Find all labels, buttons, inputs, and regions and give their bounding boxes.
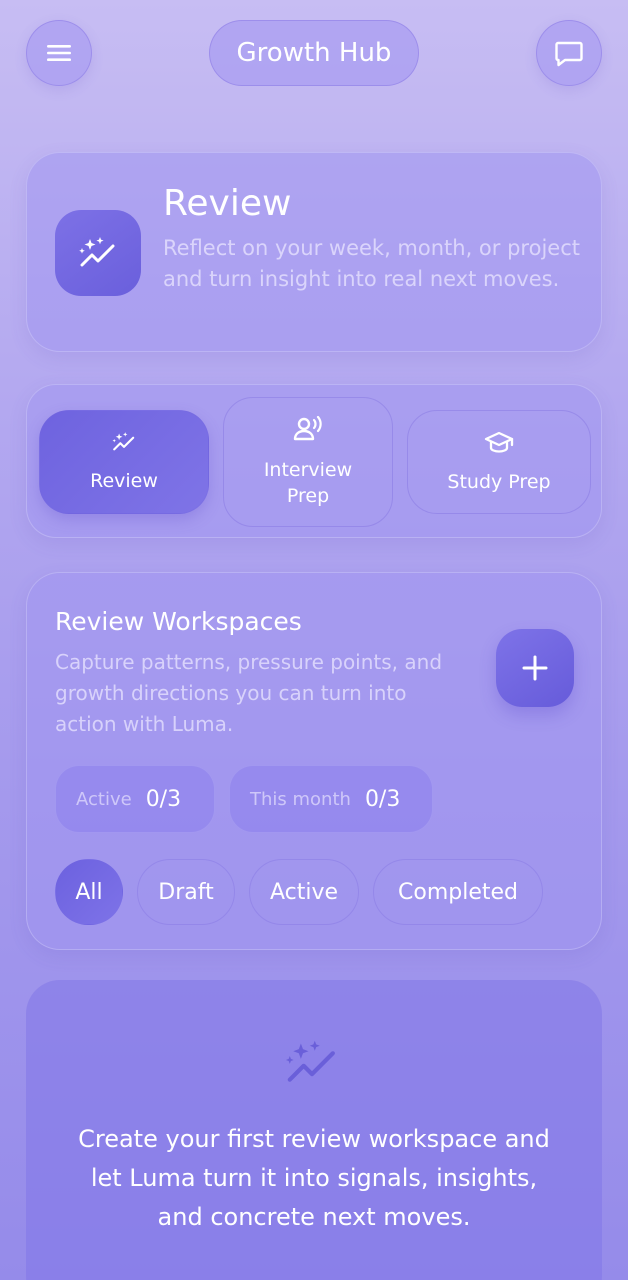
tab-label: Interview Prep	[263, 458, 353, 507]
stat-value: 0/3	[364, 786, 401, 812]
tab-label: Study Prep	[447, 470, 551, 493]
sparkle-trend-icon	[282, 1038, 342, 1092]
review-hero-card: Review Reflect on your week, month, or p…	[26, 152, 602, 352]
tab-review[interactable]: Review	[39, 410, 209, 514]
page-title: Growth Hub	[209, 20, 419, 86]
graduation-cap-icon	[484, 430, 514, 461]
hero-description: Reflect on your week, month, or project …	[163, 236, 580, 291]
stat-active: Active 0/3	[55, 765, 215, 833]
hero-icon-tile	[55, 210, 141, 296]
menu-button[interactable]	[26, 20, 92, 86]
filter-active[interactable]: Active	[249, 859, 359, 925]
stat-label: Active	[76, 788, 132, 810]
workspaces-title: Review Workspaces	[55, 607, 302, 636]
empty-state-message: Create your first review workspace and l…	[78, 1125, 550, 1231]
filter-draft[interactable]: Draft	[137, 859, 235, 925]
chat-button[interactable]	[536, 20, 602, 86]
sparkle-trend-icon	[79, 237, 115, 267]
stat-this-month: This month 0/3	[229, 765, 433, 833]
tab-interview-prep[interactable]: Interview Prep	[223, 397, 393, 527]
stat-value: 0/3	[145, 786, 182, 812]
workspaces-description: Capture patterns, pressure points, and g…	[55, 650, 443, 736]
hero-title: Review	[163, 183, 292, 224]
tab-study-prep[interactable]: Study Prep	[407, 410, 591, 514]
sparkle-trend-icon	[111, 431, 137, 460]
tab-label: Review	[90, 469, 158, 492]
review-workspaces-card: Review Workspaces Capture patterns, pres…	[26, 572, 602, 950]
person-speaking-icon	[293, 415, 323, 449]
plus-icon	[522, 655, 548, 681]
add-workspace-button[interactable]	[496, 629, 574, 707]
filter-completed[interactable]: Completed	[373, 859, 543, 925]
hamburger-menu-icon	[47, 45, 71, 61]
stat-label: This month	[250, 788, 351, 810]
filter-all[interactable]: All	[55, 859, 123, 925]
mode-tabs: Review Interview Prep Study Prep	[26, 384, 602, 538]
empty-state-card: Create your first review workspace and l…	[26, 980, 602, 1280]
chat-bubble-icon	[555, 41, 583, 67]
